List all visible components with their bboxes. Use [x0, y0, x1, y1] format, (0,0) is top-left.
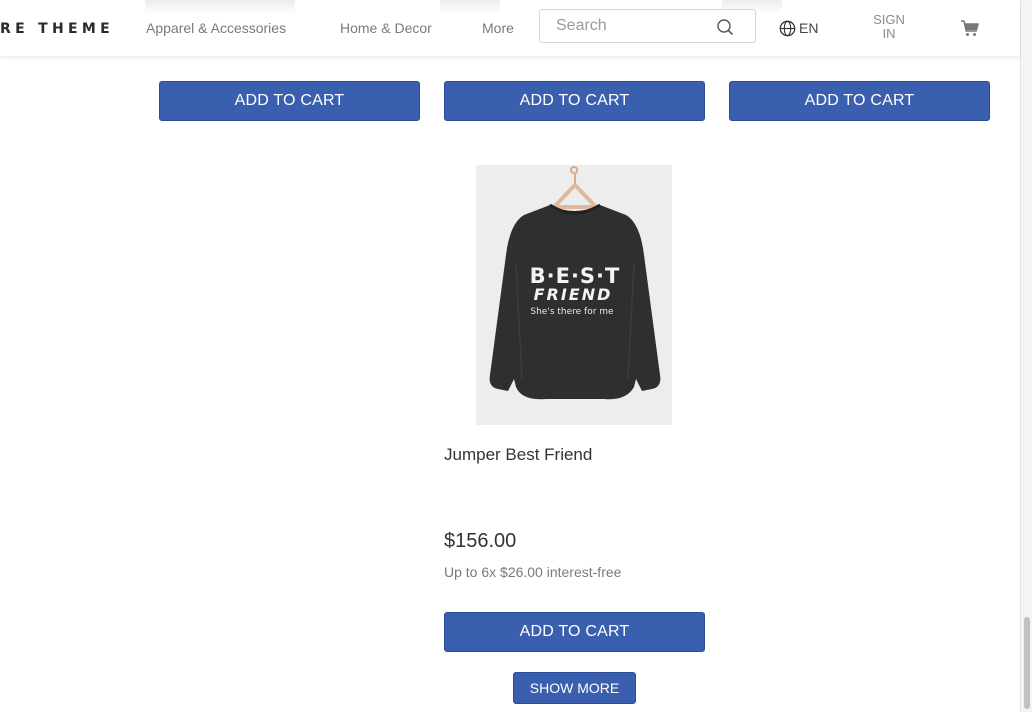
language-label: EN [799, 20, 819, 36]
language-selector[interactable]: EN [779, 19, 818, 37]
show-more-button[interactable]: SHOW MORE [513, 672, 636, 704]
add-to-cart-button[interactable]: ADD TO CART [444, 612, 705, 652]
store-logo[interactable]: RE THEME [0, 21, 114, 37]
search-icon[interactable] [716, 18, 734, 36]
product-price: $156.00 [444, 530, 517, 552]
cart-icon[interactable] [960, 18, 980, 38]
header-image-ghost [145, 0, 295, 14]
product-name[interactable]: Jumper Best Friend [444, 445, 592, 465]
search-input[interactable] [540, 10, 726, 42]
add-to-cart-button[interactable]: ADD TO CART [159, 81, 420, 121]
print-line-3: She's there for me [530, 307, 614, 317]
sign-in-link[interactable]: SIGN IN [866, 13, 912, 41]
add-to-cart-button[interactable]: ADD TO CART [444, 81, 705, 121]
nav-home-decor[interactable]: Home & Decor [340, 20, 432, 36]
nav-apparel-accessories[interactable]: Apparel & Accessories [146, 20, 286, 36]
add-to-cart-button[interactable]: ADD TO CART [729, 81, 990, 121]
print-line-2: FRIEND [534, 285, 613, 304]
installments-text: Up to 6x $26.00 interest-free [444, 564, 622, 580]
scrollbar-thumb[interactable] [1024, 617, 1030, 709]
site-header: RE THEME Apparel & Accessories Home & De… [0, 0, 1020, 56]
scrollbar-track[interactable] [1020, 0, 1032, 712]
search-box [539, 9, 756, 43]
product-image[interactable]: B·E·S·T FRIEND She's there for me [476, 165, 672, 425]
globe-icon [779, 20, 796, 36]
nav-more[interactable]: More [482, 20, 514, 36]
header-image-ghost [440, 0, 500, 14]
